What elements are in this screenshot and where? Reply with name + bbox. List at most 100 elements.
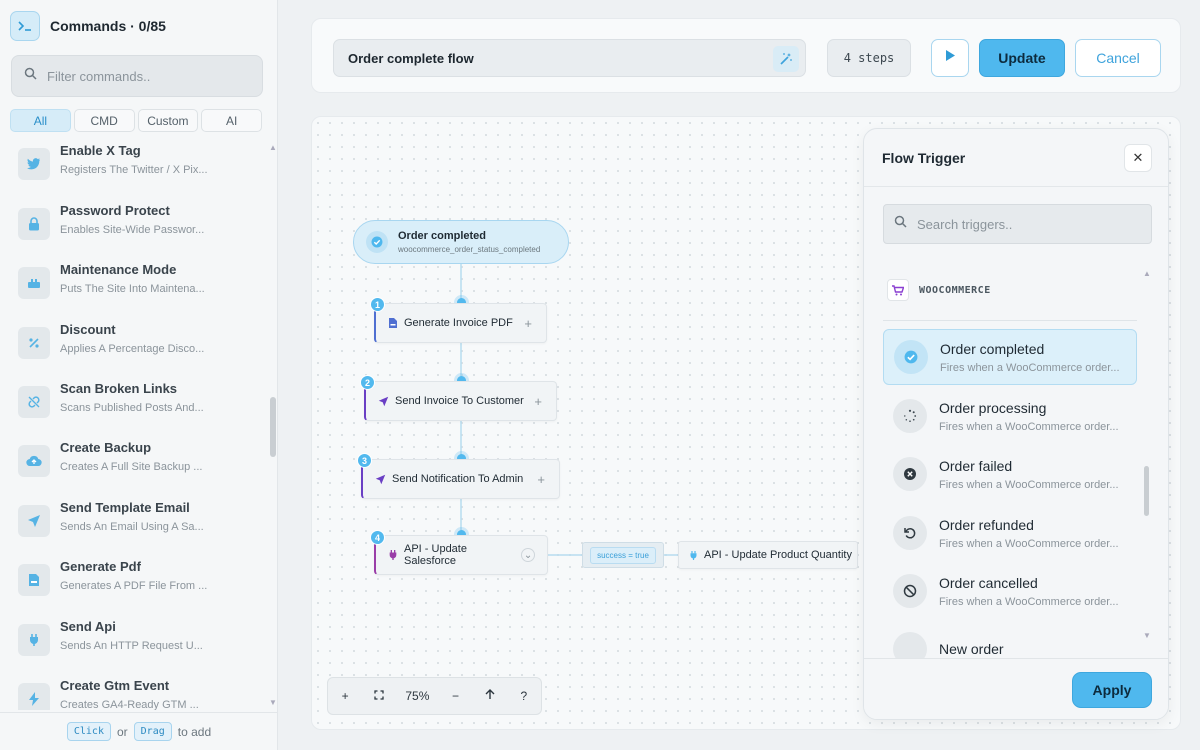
step-node-api-update-salesforce[interactable]: API - Update Salesforce ⌄ [374,535,548,575]
close-icon: ✕ [1132,150,1144,165]
scroll-down-arrow[interactable]: ▼ [1143,631,1151,640]
command-name: Scan Broken Links [60,381,178,396]
lock-icon [18,208,50,240]
maintenance-icon [18,267,50,299]
scroll-up-arrow[interactable]: ▲ [269,143,277,152]
command-item-password-protect[interactable]: Password Protect Enables Site-Wide Passwo… [18,203,204,245]
panel-header: Flow Trigger ✕ [864,129,1168,187]
command-list: Enable X Tag Registers The Twitter / X Pi… [0,140,268,710]
command-item-create-gtm-event[interactable]: Create Gtm Event Creates GA4-Ready GTM ..… [18,678,199,710]
x-circle-icon [893,457,927,491]
arrow-up-icon [485,689,495,703]
trigger-desc: Fires when a WooCommerce order... [939,595,1119,608]
trigger-name: Order refunded [939,516,1034,533]
plug-icon [18,624,50,656]
tab-ai[interactable]: AI [201,109,262,132]
close-button[interactable]: ✕ [1124,144,1152,172]
step-label: Send Notification To Admin [392,473,524,485]
trigger-name: Order completed [940,340,1045,357]
trigger-list-scrollbar[interactable] [1144,466,1149,516]
ban-icon [893,574,927,608]
command-name: Send Template Email [60,500,190,515]
tab-custom[interactable]: Custom [137,109,199,132]
arrow-up-button[interactable] [476,689,504,703]
trigger-option-order-refunded[interactable]: Order refunded Fires when a WooCommerce o… [883,505,1137,561]
step-node-api-update-product-quantity[interactable]: API - Update Product Quantity [678,541,858,569]
command-desc: Creates A Full Site Backup ... [60,461,203,473]
command-desc: Generates A PDF File From ... [60,580,208,592]
command-item-generate-pdf[interactable]: Generate Pdf Generates A PDF File From ..… [18,559,207,601]
play-button[interactable] [931,39,969,77]
magic-wand-icon[interactable] [773,46,799,72]
spinner-icon [893,399,927,433]
trigger-node[interactable]: Order completed woocommerce_order_status… [353,220,569,264]
bolt-icon [18,683,50,710]
step-node-generate-invoice-pdf[interactable]: Generate Invoice PDF + [374,303,547,343]
flow-name-field[interactable]: Order complete flow [333,39,806,77]
apply-button[interactable]: Apply [1072,672,1152,708]
update-button[interactable]: Update [979,39,1065,77]
command-name: Generate Pdf [60,559,141,574]
trigger-group-header: WOOCOMMERCE [887,279,991,301]
filter-commands-input[interactable] [47,68,247,84]
command-item-discount[interactable]: Discount Applies A Percentage Disco... [18,322,204,364]
command-item-send-api[interactable]: Send Api Sends An HTTP Request U... [18,619,203,661]
trigger-name: Order processing [939,399,1047,416]
command-item-maintenance-mode[interactable]: Maintenance Mode Puts The Site Into Maint… [18,262,205,304]
check-circle-icon [366,231,388,253]
condition-pill[interactable]: success = true [582,542,664,568]
command-desc: Applies A Percentage Disco... [60,343,205,355]
drag-key: Drag [133,722,172,741]
fit-view-button[interactable] [365,689,393,703]
sidebar-scrollbar[interactable] [270,397,276,457]
add-step-icon[interactable]: + [534,394,542,409]
cart-icon [887,279,909,301]
tab-all[interactable]: All [10,109,71,132]
add-step-icon[interactable]: + [537,472,545,487]
plug-icon [388,549,398,561]
trigger-option-order-completed[interactable]: Order completed Fires when a WooCommerce … [883,329,1137,385]
zoom-out-button[interactable]: − [442,689,470,703]
trigger-option-order-processing[interactable]: Order processing Fires when a WooCommerce… [883,388,1137,444]
command-name: Maintenance Mode [60,262,177,277]
panel-title: Flow Trigger [882,149,966,166]
plug-icon [689,550,698,561]
command-item-send-template-email[interactable]: Send Template Email Sends An Email Using … [18,500,204,542]
step-node-send-notification[interactable]: Send Notification To Admin + [361,459,560,499]
command-name: Enable X Tag [60,143,141,158]
sidebar-footer-hint: Click or Drag to add [0,712,278,750]
trigger-search[interactable] [883,204,1152,244]
command-item-create-backup[interactable]: Create Backup Creates A Full Site Backup … [18,440,202,482]
zoom-level: 75% [405,689,430,703]
zoom-in-button[interactable]: + [331,689,359,703]
trigger-option-order-cancelled[interactable]: Order cancelled Fires when a WooCommerce … [883,563,1137,619]
scroll-down-arrow[interactable]: ▼ [269,698,277,707]
terminal-icon[interactable] [10,11,40,41]
flow-toolbar: Order complete flow 4 steps Update Cance… [311,18,1181,93]
filter-commands[interactable] [11,55,263,97]
cloud-upload-icon [18,445,50,477]
sidebar-title: Commands · 0/85 [50,18,166,34]
step-label: Send Invoice To Customer [395,395,524,407]
command-item-scan-broken-links[interactable]: Scan Broken Links Scans Published Posts A… [18,381,204,423]
step-node-send-invoice[interactable]: Send Invoice To Customer + [364,381,557,421]
step-label: API - Update Product Quantity [704,549,852,561]
step-number: 1 [370,297,385,312]
trigger-option-order-failed[interactable]: Order failed Fires when a WooCommerce ord… [883,446,1137,502]
help-button[interactable]: ? [510,689,538,703]
command-item-enable-x-tag[interactable]: Enable X Tag Registers The Twitter / X Pi… [18,143,208,185]
trigger-group-label: WOOCOMMERCE [919,284,991,296]
trigger-search-input[interactable] [917,216,1137,232]
command-name: Create Gtm Event [60,678,170,693]
add-step-icon[interactable]: + [524,316,532,331]
trigger-desc: Fires when a WooCommerce order... [939,537,1119,550]
scroll-up-arrow[interactable]: ▲ [1143,269,1151,278]
chevron-down-icon[interactable]: ⌄ [521,548,535,562]
tab-cmd[interactable]: CMD [73,109,135,132]
broken-link-icon [18,386,50,418]
command-desc: Sends An HTTP Request U... [60,640,203,652]
trigger-desc: Fires when a WooCommerce order... [939,478,1119,491]
trigger-desc: Fires when a WooCommerce order... [939,420,1119,433]
cancel-button[interactable]: Cancel [1075,39,1161,77]
search-icon [24,67,37,85]
